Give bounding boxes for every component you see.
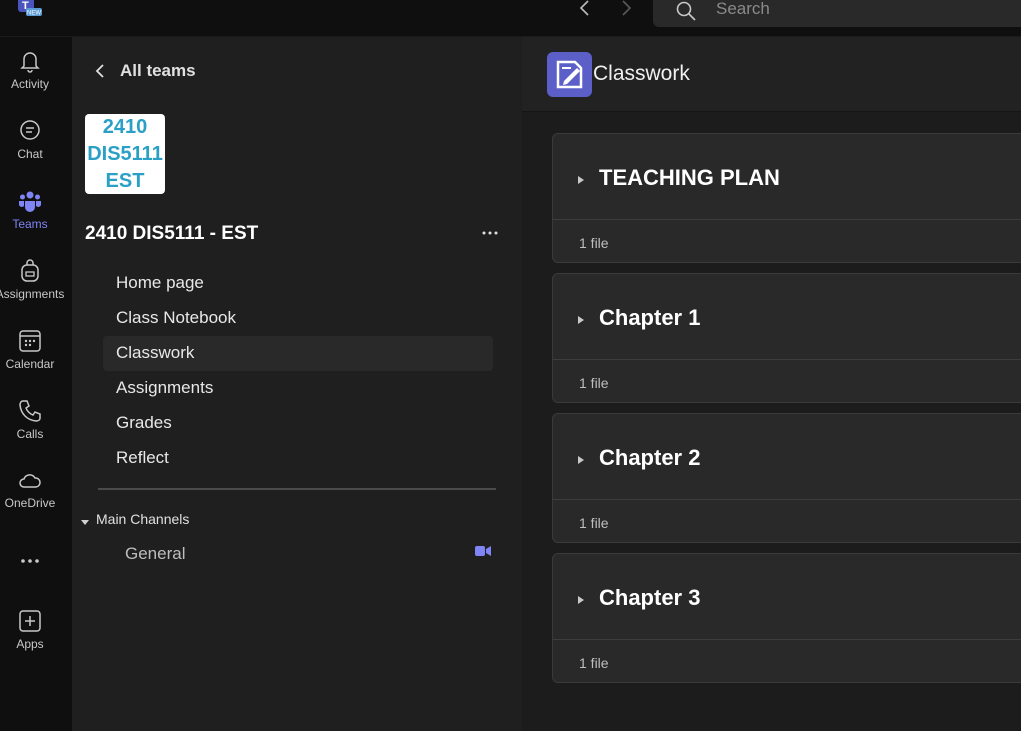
nav-grades[interactable]: Grades [103, 406, 493, 441]
module-header[interactable]: TEACHING PLAN [553, 134, 1021, 220]
nav-reflect[interactable]: Reflect [103, 441, 493, 476]
caret-right-icon [577, 172, 585, 184]
team-avatar-line: DIS5111 [87, 143, 163, 165]
nav-home-page[interactable]: Home page [103, 266, 493, 301]
module-card[interactable]: TEACHING PLAN 1 file [552, 133, 1021, 263]
nav-label: Classwork [116, 343, 195, 362]
module-card[interactable]: Chapter 1 1 file [552, 273, 1021, 403]
classwork-modules: TEACHING PLAN 1 file Chapter 1 1 file Ch… [552, 133, 1021, 693]
rail-activity[interactable]: Activity [0, 49, 72, 111]
section-label: Main Channels [96, 511, 190, 527]
rail-chat[interactable]: Chat [0, 119, 72, 181]
chevron-left-icon [92, 61, 108, 81]
calendar-icon [18, 329, 42, 353]
meeting-video-icon[interactable] [475, 544, 491, 558]
title-bar: T NEW Search [0, 0, 1021, 37]
rail-onedrive[interactable]: OneDrive [0, 469, 72, 531]
caret-right-icon [577, 452, 585, 464]
rail-label: Activity [10, 77, 49, 91]
chat-icon [18, 119, 42, 143]
rail-label: Calendar [5, 357, 55, 371]
rail-apps[interactable]: Apps [0, 609, 72, 671]
search-placeholder: Search [716, 0, 770, 18]
search-icon [675, 0, 697, 22]
nav-label: Reflect [116, 448, 169, 467]
module-title: Chapter 3 [599, 585, 701, 610]
caret-down-icon [80, 515, 90, 525]
caret-right-icon [577, 592, 585, 604]
module-header[interactable]: Chapter 1 [553, 274, 1021, 360]
module-title: TEACHING PLAN [599, 165, 780, 190]
back-arrow-icon[interactable] [575, 0, 595, 18]
module-title: Chapter 2 [599, 445, 701, 470]
channel-label: General [125, 544, 186, 563]
team-avatar-line: 2410 [102, 116, 148, 138]
teams-logo-icon[interactable]: T NEW [17, 0, 43, 18]
module-title: Chapter 1 [599, 305, 701, 330]
nav-class-notebook[interactable]: Class Notebook [103, 301, 493, 336]
backpack-icon [18, 259, 42, 283]
module-card[interactable]: Chapter 2 1 file [552, 413, 1021, 543]
search-input[interactable]: Search [653, 0, 1021, 27]
rail-label: OneDrive [4, 496, 56, 510]
module-file-count: 1 file [579, 375, 609, 391]
rail-label: Teams [12, 217, 48, 231]
teams-icon [18, 189, 42, 213]
nav-label: Grades [116, 413, 172, 432]
classwork-view: Classwork TEACHING PLAN 1 file Chapter 1… [522, 37, 1021, 731]
caret-right-icon [577, 312, 585, 324]
nav-label: Class Notebook [116, 308, 237, 327]
app-rail: Activity Chat Teams Assignments Calendar… [0, 37, 72, 731]
divider [98, 488, 496, 490]
team-avatar-line: EST [105, 170, 145, 192]
classwork-header: Classwork [522, 37, 1021, 112]
team-name: 2410 DIS5111 - EST [85, 223, 259, 244]
module-header[interactable]: Chapter 3 [553, 554, 1021, 640]
module-card[interactable]: Chapter 3 1 file [552, 553, 1021, 683]
rail-assignments[interactable]: Assignments [0, 259, 72, 321]
team-nav-list: Home page Class Notebook Classwork Assig… [103, 266, 493, 476]
rail-label: Assignments [0, 287, 65, 301]
bell-icon [18, 49, 42, 73]
rail-label: Apps [16, 637, 44, 651]
rail-calendar[interactable]: Calendar [0, 329, 72, 391]
module-file-count: 1 file [579, 515, 609, 531]
rail-label: Chat [17, 147, 43, 161]
module-file-count: 1 file [579, 235, 609, 251]
cloud-icon [18, 469, 42, 493]
nav-classwork[interactable]: Classwork [103, 336, 493, 371]
rail-calls[interactable]: Calls [0, 399, 72, 461]
rail-teams[interactable]: Teams [0, 189, 72, 251]
add-app-icon [18, 609, 42, 633]
all-teams-label: All teams [120, 61, 196, 80]
svg-text:NEW: NEW [27, 11, 41, 17]
more-options-icon[interactable] [480, 223, 500, 243]
phone-icon [18, 399, 42, 423]
nav-label: Home page [116, 273, 204, 292]
nav-label: Assignments [116, 378, 214, 397]
nav-assignments[interactable]: Assignments [103, 371, 493, 406]
page-title: Classwork [593, 62, 690, 85]
module-file-count: 1 file [579, 655, 609, 671]
team-pane: All teams 2410 DIS5111 EST 2410 DIS5111 … [72, 37, 522, 731]
forward-arrow-icon[interactable] [616, 0, 636, 18]
rail-label: Calls [16, 427, 44, 441]
more-icon [18, 549, 42, 573]
team-avatar[interactable]: 2410 DIS5111 EST [85, 114, 165, 194]
module-header[interactable]: Chapter 2 [553, 414, 1021, 500]
classwork-app-icon [547, 52, 592, 97]
rail-more[interactable] [0, 549, 72, 611]
channel-general[interactable]: General [103, 540, 493, 570]
